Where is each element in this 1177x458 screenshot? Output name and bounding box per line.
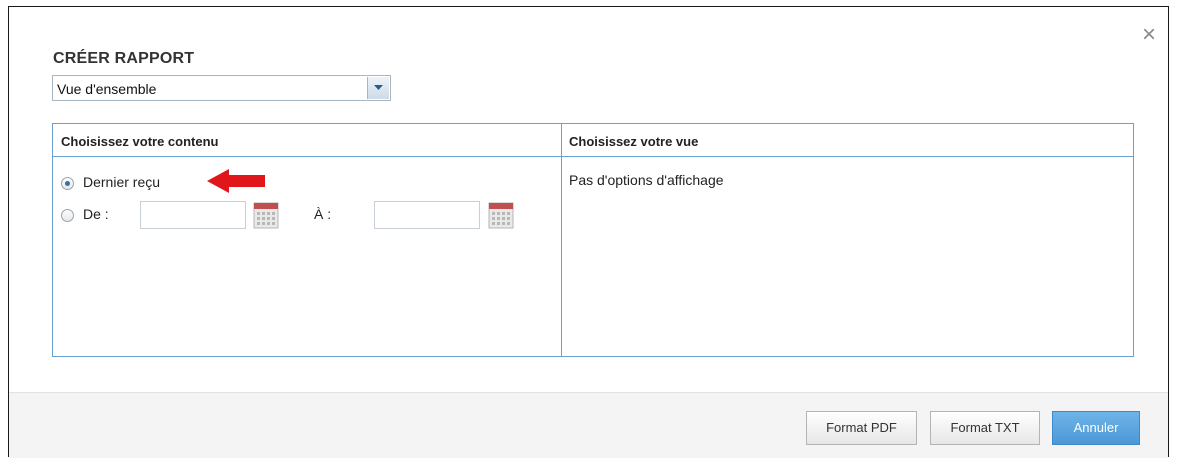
red-arrow-icon [207,169,265,193]
latest-received-label: Dernier reçu [83,174,161,190]
content-panel: Choisissez votre contenu Dernier reçu De… [53,124,562,356]
from-label: De : [83,206,109,222]
to-date-input[interactable] [374,201,480,229]
dialog-title: CRÉER RAPPORT [53,50,195,67]
close-icon[interactable]: × [1140,23,1158,47]
report-options-panels: Choisissez votre contenu Dernier reçu De… [52,123,1134,357]
to-label: À : [314,206,332,222]
calendar-icon[interactable] [488,201,514,229]
content-panel-header: Choisissez votre contenu [53,124,561,157]
radio-latest-received[interactable] [61,177,74,190]
view-panel: Choisissez votre vue Pas d'options d'aff… [561,124,1133,356]
calendar-icon[interactable] [253,201,279,229]
cancel-button[interactable]: Annuler [1052,411,1140,445]
format-pdf-button[interactable]: Format PDF [806,411,917,445]
report-type-select[interactable]: Vue d'ensemble [52,75,391,101]
dialog-footer: Format PDF Format TXT Annuler [9,392,1168,458]
radio-date-range[interactable] [61,209,74,222]
chevron-down-icon[interactable] [367,77,389,99]
from-date-input[interactable] [140,201,246,229]
view-panel-header: Choisissez votre vue [561,124,1133,157]
report-type-value: Vue d'ensemble [57,81,157,97]
format-txt-button[interactable]: Format TXT [930,411,1040,445]
no-view-options-message: Pas d'options d'affichage [569,172,724,188]
